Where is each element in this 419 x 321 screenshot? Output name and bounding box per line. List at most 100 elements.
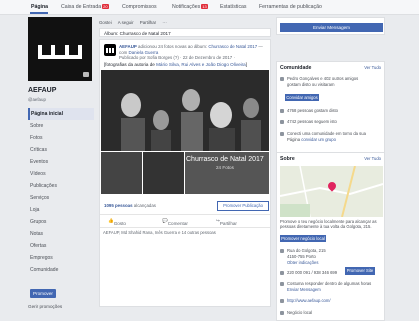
sidebar-item-services[interactable]: Serviços — [28, 192, 94, 204]
album-photo-thumb[interactable] — [101, 152, 142, 194]
tab-page[interactable]: Página — [31, 4, 48, 10]
sidebar-item-notes[interactable]: Notas — [28, 228, 94, 240]
community-see-all-link[interactable]: Ver Tudo — [364, 65, 381, 70]
boost-post-button[interactable]: Promover Publicação — [217, 201, 269, 211]
comment-button[interactable]: 💬 Comentar — [162, 218, 188, 226]
sidebar-item-posts[interactable]: Publicações — [28, 180, 94, 192]
notifications-badge: 13 — [201, 4, 208, 9]
album-photo-main[interactable] — [101, 70, 269, 151]
group-line-1-text: Conecti uma comunidade em torno da sua — [287, 131, 366, 136]
sidebar-item-photos[interactable]: Fotos — [28, 132, 94, 144]
address-line-1: Rua do Golgota, 215 — [287, 248, 326, 253]
promote-local-business-button[interactable]: Promover negócio local — [280, 235, 326, 242]
tab-events[interactable]: Compromissos — [122, 4, 157, 10]
post-reach: 1095 pessoas alcançadas — [104, 203, 156, 208]
active-tab-indicator — [30, 12, 48, 14]
group-line-2: Página convidar um grupo — [287, 137, 336, 142]
directions-link[interactable]: Obter indicações — [287, 260, 318, 265]
like-button[interactable]: 👍 Gosto — [108, 218, 126, 226]
friends-line-1-text: Pedro Gonçalves e 402 outros amigos — [287, 76, 359, 81]
sidebar-item-home[interactable]: Página inicial — [28, 108, 94, 120]
post-meta: Publicado por Sofia Borges (?) · 22 de D… — [119, 55, 235, 61]
website-link: http://www.aefaup.com/ — [287, 298, 331, 303]
share-page-button[interactable]: Partilhar — [140, 20, 156, 25]
about-see-all-link[interactable]: Ver Tudo — [364, 156, 381, 161]
invite-friends-button[interactable]: Convidar amigos — [285, 94, 319, 101]
post-likers[interactable]: AEFAUP, Md Shahid Rana, Inês Guerra e 14… — [100, 227, 270, 237]
page-action-bar: Gostei A seguir Partilhar ··· — [99, 20, 271, 27]
post-text: [fotografias da autoria de Mário Silva, … — [104, 62, 269, 67]
post-text-suffix: ] — [245, 62, 248, 67]
album-link[interactable]: Churrasco de Natal 2017 — [208, 44, 257, 49]
follows-count-text: 4742 pessoas seguem isto — [287, 119, 337, 124]
party-photo-graphic — [101, 70, 269, 151]
phone-line: 220 000 091 / 938 346 699 — [280, 270, 337, 275]
promote-button[interactable]: Promover — [30, 289, 56, 298]
sidebar-item-jobs[interactable]: Empregos — [28, 252, 94, 264]
location-map[interactable] — [280, 166, 383, 217]
connect-group-link[interactable]: convidar um grupo — [301, 137, 336, 142]
tagged-person-link[interactable]: Daniela Guerra — [129, 50, 159, 55]
community-card: Comunidade Ver Tudo Pedro Gonçalves e 40… — [276, 61, 385, 158]
send-message-button[interactable]: Enviar Mensagem — [280, 23, 383, 32]
about-card: Sobre Ver Tudo Promove o teu negócio loc… — [276, 152, 385, 321]
location-icon — [280, 248, 284, 253]
post-author[interactable]: AEFAUP — [119, 44, 137, 49]
message-icon — [280, 281, 284, 286]
tab-publishing-tools[interactable]: Ferramentas de publicação — [259, 4, 322, 10]
more-options-button[interactable]: ··· — [162, 20, 166, 25]
share-button[interactable]: ↪ Partilhar — [216, 218, 237, 226]
page-handle[interactable]: @aefaup — [28, 97, 46, 102]
sidebar-item-groups[interactable]: Grupos — [28, 216, 94, 228]
tab-inbox[interactable]: Caixa de Entrada 20 — [61, 4, 109, 10]
tab-inbox-label: Caixa de Entrada — [61, 4, 102, 10]
profile-picture[interactable] — [28, 17, 92, 81]
sidebar-item-reviews[interactable]: Críticas — [28, 144, 94, 156]
reach-count[interactable]: 1095 pessoas — [104, 203, 133, 208]
friends-line-2: gostam disto ou visitaram — [287, 82, 335, 87]
post-action-text: adicionou 24 fotos novas ao álbum: — [138, 44, 208, 49]
album-overlay-title: Churrasco de Natal 2017 — [186, 156, 264, 163]
sidebar-item-offers[interactable]: Ofertas — [28, 240, 94, 252]
friends-line-1[interactable]: Pedro Gonçalves e 402 outros amigos — [280, 76, 358, 81]
sidebar-item-events[interactable]: Eventos — [28, 156, 94, 168]
inbox-badge: 20 — [102, 4, 109, 9]
category-line: Negócio local — [280, 310, 312, 315]
tab-insights[interactable]: Estatísticas — [220, 4, 247, 10]
send-message-link[interactable]: Enviar Mensagem — [287, 287, 321, 292]
post-text-prefix: [fotografias da autoria de — [104, 62, 157, 67]
likes-count-line: 4768 pessoas gostam disto — [280, 108, 338, 113]
album-overlay-count: 24 Fotos — [216, 165, 234, 170]
post-actions: 👍 Gosto 💬 Comentar ↪ Partilhar — [100, 214, 270, 226]
promote-site-button[interactable]: Promover Site — [345, 267, 375, 275]
follow-button[interactable]: A seguir — [118, 20, 134, 25]
album-photo-thumb[interactable] — [143, 152, 184, 194]
pinned-album-bar[interactable]: Álbum: Churrasco de Natal 2017 — [99, 28, 271, 37]
page-top-nav: Página Caixa de Entrada 20 Compromissos N… — [0, 0, 419, 15]
follow-icon — [280, 119, 284, 124]
thumbs-up-icon — [280, 108, 284, 113]
address-line: Rua do Golgota, 215 — [280, 248, 326, 253]
website-line[interactable]: http://www.aefaup.com/ — [280, 298, 331, 303]
group-line-1: Conecti uma comunidade em torno da sua — [280, 131, 366, 136]
tab-notifications-label: Notificações — [172, 4, 201, 10]
photographers-link[interactable]: Mário Silva, Rui Alves e João Diogo Oliv… — [156, 62, 246, 67]
tab-events-label: Compromissos — [122, 4, 157, 10]
tab-publishing-tools-label: Ferramentas de publicação — [259, 4, 322, 10]
about-title: Sobre — [280, 156, 295, 162]
post-avatar[interactable] — [104, 44, 116, 56]
manage-promotions-link[interactable]: Gerir promoções — [28, 304, 62, 309]
phone-icon — [280, 270, 284, 275]
sidebar-item-shop[interactable]: Loja — [28, 204, 94, 216]
address-line-2: 4150-755 Porto — [287, 254, 316, 259]
like-label: Gosto — [113, 221, 126, 226]
sidebar-item-videos[interactable]: Vídeos — [28, 168, 94, 180]
response-time-line: Costuma responder dentro de algumas hora… — [280, 281, 371, 286]
like-page-button[interactable]: Gostei — [99, 20, 112, 25]
camera-icon[interactable] — [83, 72, 89, 77]
sidebar-item-about[interactable]: Sobre — [28, 120, 94, 132]
sidebar-item-community[interactable]: Comunidade — [28, 264, 94, 276]
page-name[interactable]: AEFAUP — [28, 87, 56, 94]
tab-notifications[interactable]: Notificações 13 — [172, 4, 208, 10]
sidebar-nav: Página inicial Sobre Fotos Críticas Even… — [28, 108, 94, 276]
